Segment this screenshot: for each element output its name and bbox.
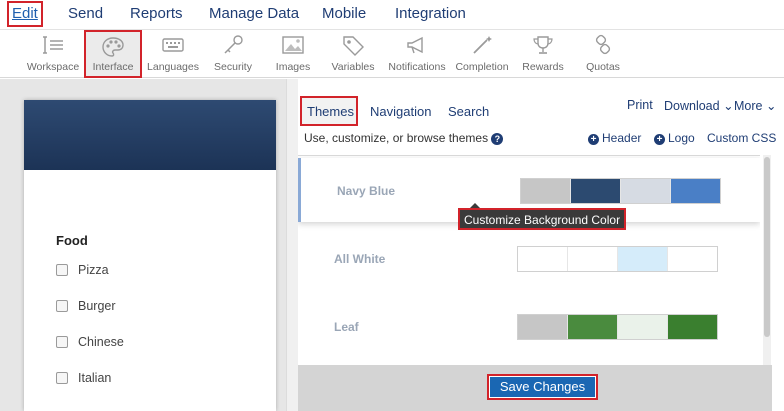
help-icon[interactable]: ? [491, 133, 504, 145]
print-link[interactable]: Print [627, 98, 653, 112]
checkbox[interactable] [56, 336, 68, 348]
swatch-accent[interactable] [671, 179, 720, 203]
color-swatches [517, 246, 718, 272]
theme-name: Leaf [334, 320, 359, 334]
keyboard-icon [162, 38, 184, 52]
menu-integration[interactable]: Integration [395, 5, 466, 22]
image-icon [282, 36, 304, 54]
themes-panel: Themes Navigation Search Print Download … [298, 79, 784, 411]
tool-variables[interactable]: Variables [328, 30, 378, 78]
tool-interface[interactable]: Interface [84, 30, 142, 78]
color-swatches [520, 178, 721, 204]
plus-circle-icon: + [588, 134, 599, 145]
theme-all-white[interactable]: All White [298, 226, 760, 290]
theme-name: All White [334, 252, 386, 266]
preview-banner [24, 100, 276, 170]
swatch-page[interactable] [621, 179, 671, 203]
custom-css-link[interactable]: Custom CSS [707, 131, 776, 145]
panel-divider[interactable] [286, 79, 298, 411]
plus-circle-icon: + [654, 134, 665, 145]
panel-footer: Save Changes [298, 365, 772, 411]
tab-navigation[interactable]: Navigation [370, 104, 431, 119]
option-pizza[interactable]: Pizza [56, 263, 109, 277]
color-swatches [517, 314, 718, 340]
key-icon [224, 35, 243, 54]
tool-completion[interactable]: Completion [452, 30, 512, 78]
theme-list: Navy Blue All White Leaf [298, 155, 760, 365]
quota-icon [595, 34, 611, 55]
add-header-label: Header [602, 131, 642, 145]
swatch-page[interactable] [618, 315, 668, 339]
swatch-background[interactable] [518, 315, 568, 339]
tool-label: Variables [331, 61, 375, 73]
survey-preview: Food Pizza Burger Chinese Italian [24, 100, 276, 411]
tool-label: Rewards [522, 61, 564, 73]
tool-images[interactable]: Images [268, 30, 318, 78]
tool-label: Languages [147, 61, 199, 73]
checkbox[interactable] [56, 300, 68, 312]
tool-label: Interface [92, 61, 134, 73]
add-header-link[interactable]: + Header [588, 131, 641, 145]
subtitle-text: Use, customize, or browse themes [304, 131, 489, 145]
option-label: Chinese [78, 335, 124, 349]
swatch-background[interactable] [518, 247, 568, 271]
tool-languages[interactable]: Languages [146, 30, 200, 78]
option-label: Pizza [78, 263, 109, 277]
tool-label: Notifications [388, 61, 446, 73]
option-burger[interactable]: Burger [56, 299, 116, 313]
option-chinese[interactable]: Chinese [56, 335, 124, 349]
tool-security[interactable]: Security [208, 30, 258, 78]
tool-rewards[interactable]: Rewards [518, 30, 568, 78]
swatch-header[interactable] [568, 315, 618, 339]
checkbox[interactable] [56, 264, 68, 276]
magic-wand-icon [473, 36, 492, 54]
add-logo-label: Logo [668, 131, 695, 145]
theme-leaf[interactable]: Leaf [298, 294, 760, 358]
swatch-header[interactable] [568, 247, 618, 271]
download-dropdown[interactable]: Download ⌄ [664, 98, 734, 113]
swatch-background[interactable] [521, 179, 571, 203]
option-label: Burger [78, 299, 116, 313]
theme-name: Navy Blue [337, 184, 396, 198]
tool-notifications[interactable]: Notifications [386, 30, 448, 78]
tool-workspace[interactable]: Workspace [26, 30, 80, 78]
top-menu: Edit Send Reports Manage Data Mobile Int… [0, 0, 784, 30]
question-title: Food [56, 233, 88, 248]
tag-icon [343, 36, 364, 56]
swatch-page[interactable] [618, 247, 668, 271]
tool-label: Quotas [586, 61, 620, 73]
more-dropdown[interactable]: More ⌄ [734, 98, 776, 113]
add-logo-link[interactable]: + Logo [654, 131, 695, 145]
palette-icon [102, 37, 124, 57]
trophy-icon [533, 36, 553, 54]
scrollbar-thumb[interactable] [764, 157, 770, 337]
swatch-accent[interactable] [668, 315, 717, 339]
tool-label: Workspace [26, 61, 80, 73]
swatch-accent[interactable] [668, 247, 717, 271]
menu-send[interactable]: Send [68, 5, 103, 22]
swatch-header[interactable] [571, 179, 621, 203]
swatch-tooltip: Customize Background Color [458, 203, 627, 230]
menu-reports[interactable]: Reports [130, 5, 183, 22]
option-italian[interactable]: Italian [56, 371, 111, 385]
tool-label: Images [275, 61, 311, 73]
menu-mobile[interactable]: Mobile [322, 5, 366, 22]
menu-manage-data[interactable]: Manage Data [209, 5, 299, 22]
themes-subtitle: Use, customize, or browse themes ? [304, 131, 504, 145]
tool-label: Security [214, 61, 252, 73]
toolbar: Workspace Interface Languages Security I… [0, 30, 784, 78]
tab-themes[interactable]: Themes [307, 104, 354, 119]
save-changes-button[interactable]: Save Changes [487, 374, 598, 400]
option-label: Italian [78, 371, 112, 385]
checkbox[interactable] [56, 372, 68, 384]
theme-list-scrollbar[interactable] [763, 155, 771, 365]
workspace-icon [43, 36, 63, 54]
menu-edit[interactable]: Edit [12, 5, 38, 22]
megaphone-icon [407, 36, 423, 54]
tool-label: Completion [455, 61, 509, 73]
tab-search[interactable]: Search [448, 104, 489, 119]
tool-quotas[interactable]: Quotas [578, 30, 628, 78]
